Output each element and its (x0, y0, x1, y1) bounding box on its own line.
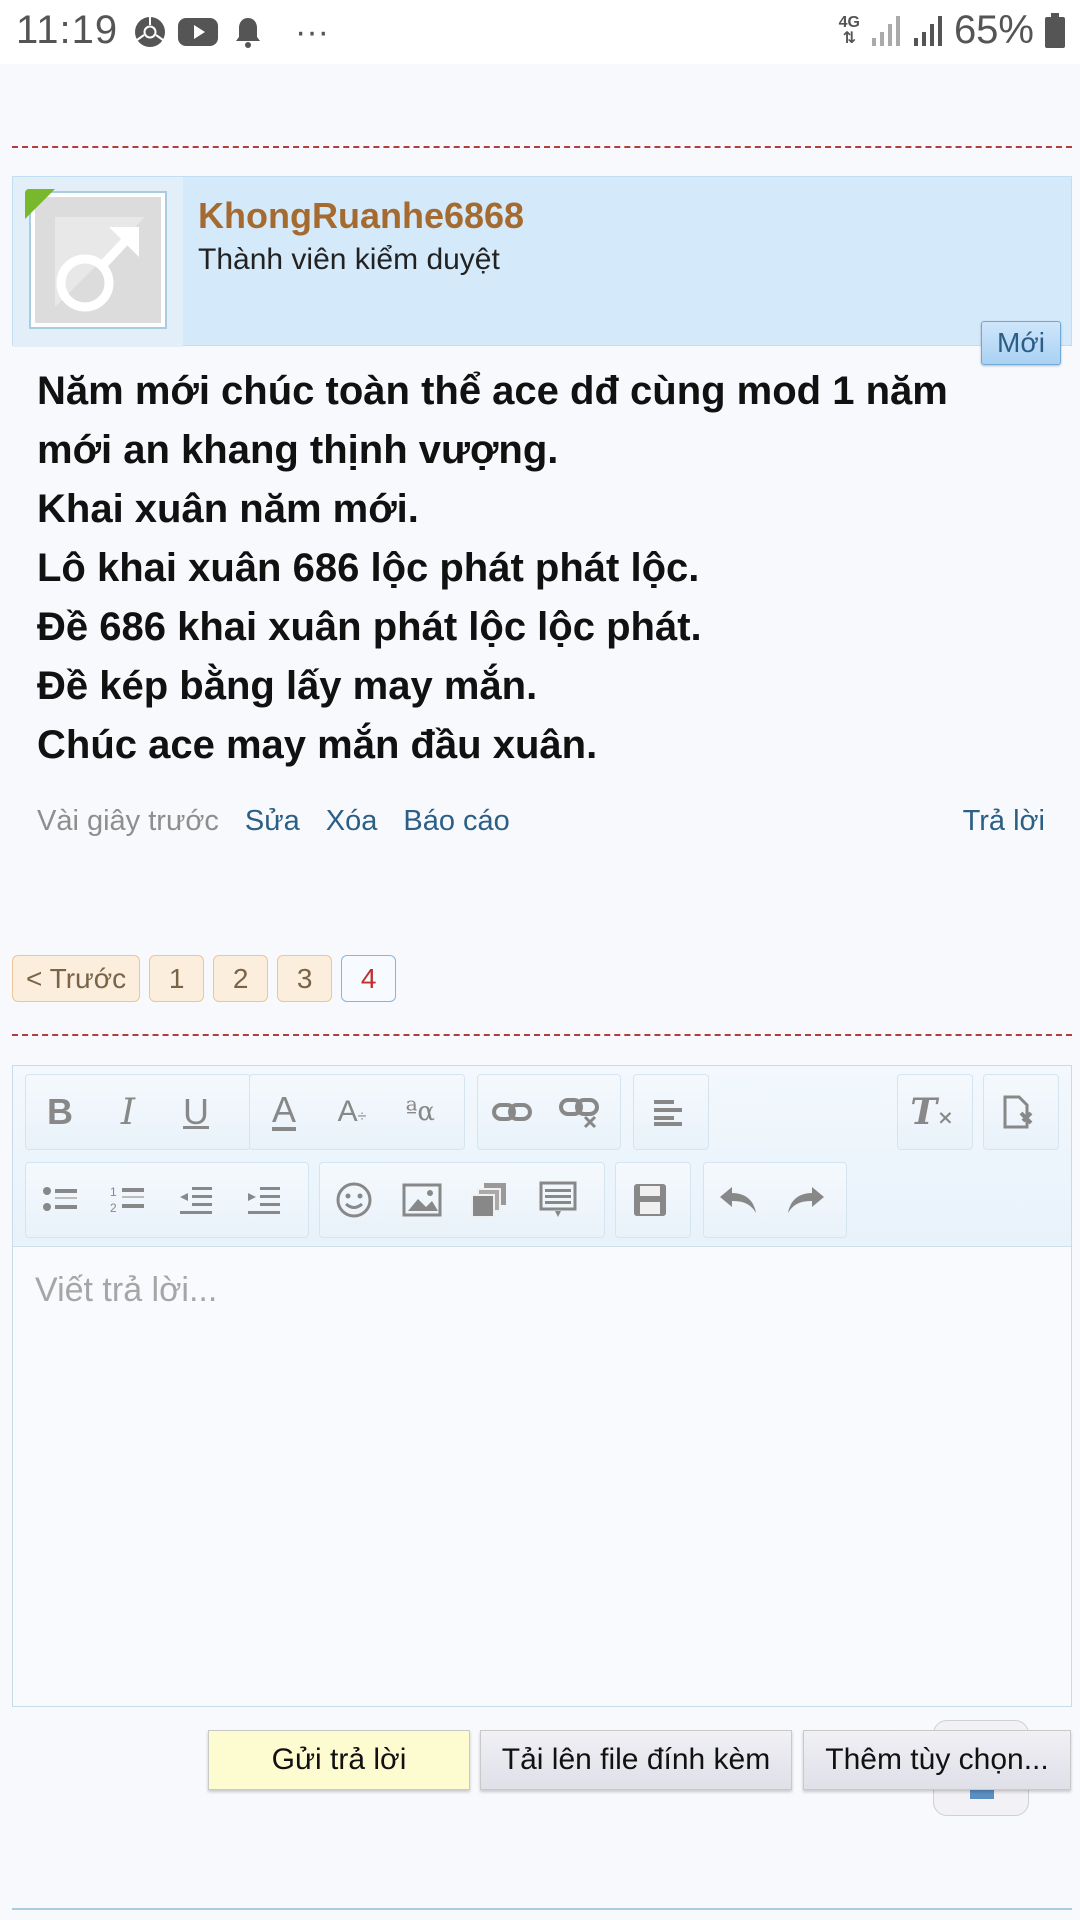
status-time: 11:19 (16, 8, 119, 52)
post-line: Khai xuân năm mới. (37, 487, 419, 531)
media-icon[interactable] (456, 1162, 524, 1238)
unlink-icon[interactable] (546, 1074, 614, 1150)
network-icon: 4G ⇅ (838, 13, 860, 47)
status-bar: 11:19 ··· 4G ⇅ 65% (0, 0, 1080, 64)
network-type: 4G (838, 13, 860, 31)
page-1-button[interactable]: 1 (149, 955, 205, 1002)
toolbar-group-history (703, 1162, 847, 1238)
toolbar-group-save (615, 1162, 691, 1238)
svg-text:1: 1 (110, 1185, 117, 1199)
post-content: Năm mới chúc toàn thể ace dđ cùng mod 1 … (37, 362, 1047, 775)
more-notifications-icon: ··· (295, 12, 329, 51)
font-family-icon[interactable]: ªα (386, 1074, 454, 1150)
svg-text:2: 2 (110, 1201, 117, 1215)
edit-link[interactable]: Sửa (245, 805, 300, 838)
page-3-button[interactable]: 3 (277, 955, 333, 1002)
text-color-icon[interactable]: A (250, 1074, 318, 1150)
quote-icon[interactable] (524, 1162, 592, 1238)
battery-percent: 65% (953, 8, 1034, 52)
toolbar-group-font: A A÷ ªα (249, 1074, 465, 1150)
delete-link[interactable]: Xóa (326, 805, 378, 838)
signal-icon-2 (913, 15, 942, 46)
toolbar-group-format: B I U (25, 1074, 251, 1150)
post-header: KhongRuanhe6868 Thành viên kiểm duyệt Mớ… (12, 176, 1072, 365)
italic-icon[interactable]: I (94, 1074, 162, 1150)
pagination: < Trước 1 2 3 4 (12, 955, 397, 1002)
upload-attachment-button[interactable]: Tải lên file đính kèm (480, 1730, 792, 1790)
post-line: Lô khai xuân 686 lộc phát phát lộc. (37, 546, 700, 590)
reply-editor: B I U A A÷ ªα T× 1 2 Viết trả lời... (12, 1065, 1072, 1707)
smiley-icon[interactable] (320, 1162, 388, 1238)
divider (12, 1034, 1072, 1036)
notification-bell-icon (232, 14, 264, 50)
bullet-list-icon[interactable] (26, 1162, 94, 1238)
online-indicator-icon (25, 189, 55, 219)
footer-divider (12, 1908, 1072, 1910)
post-line: mới an khang thịnh vượng. (37, 428, 559, 472)
chrome-icon (132, 14, 168, 50)
reply-textarea[interactable]: Viết trả lời... (35, 1271, 217, 1310)
align-icon[interactable] (634, 1074, 702, 1150)
font-size-icon[interactable]: A÷ (318, 1074, 386, 1150)
source-icon[interactable] (984, 1074, 1052, 1150)
post-line: Năm mới chúc toàn thể ace dđ cùng mod 1 … (37, 369, 948, 413)
bold-icon[interactable]: B (26, 1074, 94, 1150)
post-line: Chúc ace may mắn đầu xuân. (37, 723, 598, 767)
save-draft-icon[interactable] (616, 1162, 684, 1238)
editor-toolbar: B I U A A÷ ªα T× 1 2 (13, 1066, 1071, 1247)
post-line: Đề kép bằng lấy may mắn. (37, 664, 538, 708)
user-title: Thành viên kiểm duyệt (198, 243, 500, 276)
battery-icon (1045, 12, 1065, 48)
username[interactable]: KhongRuanhe6868 (198, 195, 524, 237)
signal-icon (871, 15, 900, 46)
page-2-button[interactable]: 2 (213, 955, 269, 1002)
remove-format-icon[interactable]: T× (898, 1074, 966, 1150)
status-right: 4G ⇅ 65% (839, 8, 1066, 53)
post-line: Đề 686 khai xuân phát lộc lộc phát. (37, 605, 702, 649)
youtube-icon (178, 14, 218, 50)
avatar-box (13, 177, 183, 347)
send-reply-button[interactable]: Gửi trả lời (208, 1730, 470, 1790)
link-icon[interactable] (478, 1074, 546, 1150)
report-link[interactable]: Báo cáo (403, 805, 509, 838)
post-timestamp: Vài giây trước (37, 805, 219, 837)
underline-icon[interactable]: U (162, 1074, 230, 1150)
indent-icon[interactable] (230, 1162, 298, 1238)
undo-icon[interactable] (704, 1162, 772, 1238)
post-actions: Vài giây trước Sửa Xóa Báo cáo Trả lời (37, 805, 1045, 838)
prev-page-button[interactable]: < Trước (12, 955, 141, 1002)
toolbar-group-clear: T× (897, 1074, 973, 1150)
toolbar-group-lists: 12 (25, 1162, 309, 1238)
toolbar-group-link (477, 1074, 621, 1150)
page-4-button[interactable]: 4 (341, 955, 397, 1002)
reply-link[interactable]: Trả lời (963, 805, 1045, 838)
toolbar-group-source (983, 1074, 1059, 1150)
toolbar-group-insert (319, 1162, 605, 1238)
divider (12, 146, 1072, 148)
outdent-icon[interactable] (162, 1162, 230, 1238)
more-options-button[interactable]: Thêm tùy chọn... (803, 1730, 1071, 1790)
redo-icon[interactable] (772, 1162, 840, 1238)
toolbar-group-align (633, 1074, 709, 1150)
image-icon[interactable] (388, 1162, 456, 1238)
numbered-list-icon[interactable]: 12 (94, 1162, 162, 1238)
new-badge: Mới (981, 321, 1061, 365)
